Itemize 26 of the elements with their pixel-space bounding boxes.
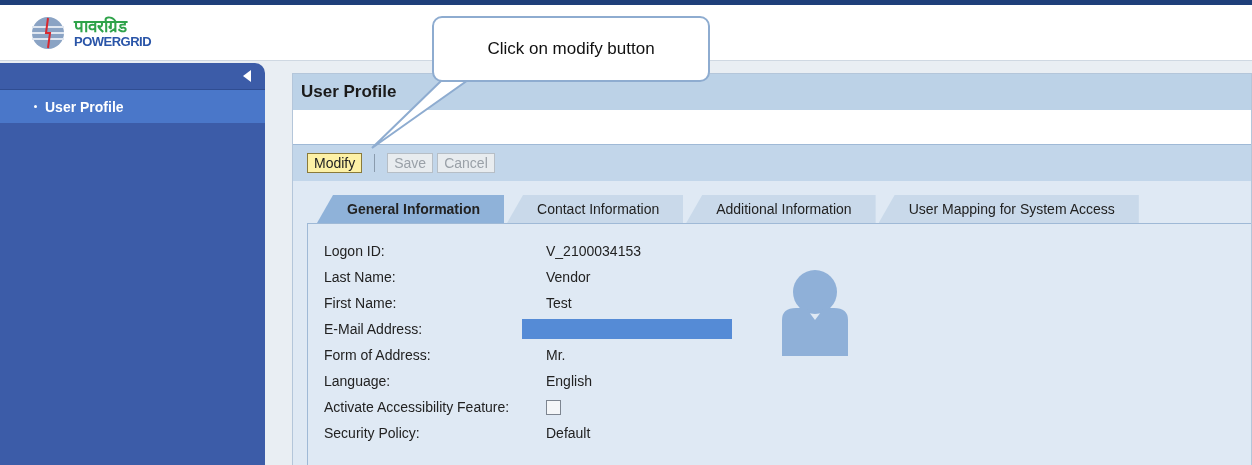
field-value: Vendor [546, 269, 591, 285]
field-label: Logon ID: [324, 243, 386, 259]
field-value: Test [546, 295, 572, 311]
tab[interactable]: Contact Information [507, 195, 684, 223]
field-label: E-Mail Address: [324, 321, 424, 337]
collapse-icon[interactable] [243, 70, 251, 82]
field-label: Language: [324, 373, 392, 389]
field-label: First Name: [324, 295, 398, 311]
field-label: Activate Accessibility Feature: [324, 399, 511, 415]
toolbar-button[interactable]: Modify [307, 153, 363, 173]
panel-title: User Profile [293, 74, 1251, 110]
field-value: English [546, 373, 592, 389]
tab[interactable]: User Mapping for System Access [878, 195, 1139, 223]
field-value: Default [546, 425, 591, 441]
user-silhouette-icon [782, 270, 848, 356]
field-label: Form of Address: [324, 347, 432, 363]
tab[interactable]: Additional Information [686, 195, 876, 223]
logo-hindi-text: पावरग्रिड [74, 17, 129, 35]
logo-text: POWERGRID [74, 34, 152, 48]
sidebar-item[interactable]: User Profile [0, 90, 265, 123]
field-value: V_2100034153 [546, 243, 641, 259]
tab[interactable]: General Information [317, 195, 505, 223]
field-value: Mr. [546, 347, 566, 363]
field-label: Last Name: [324, 269, 397, 285]
checkbox[interactable] [546, 399, 561, 415]
field-label: Security Policy: [324, 425, 421, 441]
